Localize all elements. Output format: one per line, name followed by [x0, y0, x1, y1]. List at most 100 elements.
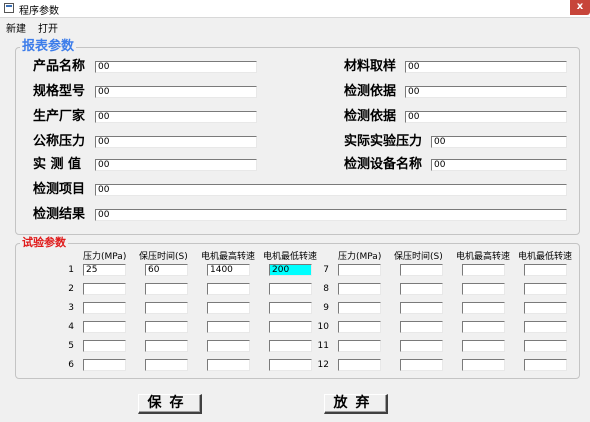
param-cell-hold-time[interactable]: [400, 321, 443, 333]
param-cell-hold-time[interactable]: [400, 264, 443, 276]
row-number: 5: [68, 341, 74, 351]
column-header-motor-max-speed-right: 电机最高转速: [456, 252, 511, 262]
param-cell-motor-min-speed[interactable]: [524, 264, 567, 276]
param-cell-pressure[interactable]: 25: [83, 264, 126, 276]
actual-test-pressure-label: 实际实验压力: [344, 134, 423, 149]
param-cell-motor-max-speed[interactable]: [462, 264, 505, 276]
test-basis-1-field[interactable]: 00: [405, 86, 567, 98]
param-cell-motor-min-speed[interactable]: [269, 340, 312, 352]
param-cell-motor-max-speed[interactable]: [462, 302, 505, 314]
param-cell-pressure[interactable]: [338, 283, 381, 295]
discard-button[interactable]: 放弃: [324, 394, 388, 414]
param-cell-motor-min-speed[interactable]: [524, 283, 567, 295]
param-cell-hold-time[interactable]: [145, 283, 188, 295]
column-header-pressure-right: 压力(MPa): [338, 252, 382, 262]
window-title: 程序参数: [19, 6, 59, 17]
menu-new[interactable]: 新建: [6, 20, 26, 35]
param-cell-pressure[interactable]: [338, 302, 381, 314]
column-header-hold-time-right: 保压时间(S): [394, 252, 443, 262]
test-result-label: 检测结果: [33, 207, 86, 222]
nominal-pressure-label: 公称压力: [33, 134, 86, 149]
param-cell-motor-min-speed[interactable]: 200: [269, 264, 312, 276]
param-cell-motor-max-speed[interactable]: [462, 321, 505, 333]
test-basis-2-label: 检测依据: [344, 109, 397, 124]
param-cell-hold-time[interactable]: [145, 302, 188, 314]
row-number: 10: [317, 322, 329, 332]
param-cell-pressure[interactable]: [338, 359, 381, 371]
param-cell-pressure[interactable]: [83, 283, 126, 295]
param-cell-motor-min-speed[interactable]: [269, 283, 312, 295]
test-equipment-name-label: 检测设备名称: [344, 157, 423, 172]
material-sampling-field[interactable]: 00: [405, 61, 567, 73]
param-cell-pressure[interactable]: [83, 302, 126, 314]
product-name-field[interactable]: 00: [95, 61, 257, 73]
app-icon: [4, 3, 14, 13]
row-number: 9: [323, 303, 329, 313]
param-cell-motor-min-speed[interactable]: [524, 359, 567, 371]
row-number: 3: [68, 303, 74, 313]
param-cell-hold-time[interactable]: 60: [145, 264, 188, 276]
manufacturer-field[interactable]: 00: [95, 111, 257, 123]
test-item-label: 检测项目: [33, 182, 86, 197]
param-cell-motor-max-speed[interactable]: 1400: [207, 264, 250, 276]
row-number: 1: [68, 265, 74, 275]
row-number: 4: [68, 322, 74, 332]
material-sampling-label: 材料取样: [344, 59, 397, 74]
row-number: 7: [323, 265, 329, 275]
title-bar: 程序参数 x: [0, 0, 590, 18]
param-cell-motor-max-speed[interactable]: [462, 359, 505, 371]
test-result-field[interactable]: 00: [95, 209, 567, 221]
column-header-motor-max-speed-left: 电机最高转速: [201, 252, 256, 262]
close-button[interactable]: x: [570, 0, 590, 15]
param-cell-motor-max-speed[interactable]: [462, 283, 505, 295]
column-header-hold-time-left: 保压时间(S): [139, 252, 188, 262]
param-cell-motor-min-speed[interactable]: [524, 321, 567, 333]
param-cell-pressure[interactable]: [338, 340, 381, 352]
param-cell-hold-time[interactable]: [400, 359, 443, 371]
row-number: 2: [68, 284, 74, 294]
menu-open[interactable]: 打开: [38, 20, 58, 35]
param-cell-pressure[interactable]: [83, 321, 126, 333]
test-item-field[interactable]: 00: [95, 184, 567, 196]
column-header-motor-min-speed-right: 电机最低转速: [518, 252, 573, 262]
param-cell-pressure[interactable]: [338, 321, 381, 333]
spec-model-field[interactable]: 00: [95, 86, 257, 98]
nominal-pressure-field[interactable]: 00: [95, 136, 257, 148]
measured-value-field[interactable]: 00: [95, 159, 257, 171]
param-cell-pressure[interactable]: [83, 359, 126, 371]
param-cell-hold-time[interactable]: [400, 283, 443, 295]
test-basis-2-field[interactable]: 00: [405, 111, 567, 123]
param-cell-motor-max-speed[interactable]: [207, 321, 250, 333]
param-cell-pressure[interactable]: [338, 264, 381, 276]
param-cell-motor-min-speed[interactable]: [269, 359, 312, 371]
param-cell-hold-time[interactable]: [145, 359, 188, 371]
manufacturer-label: 生产厂家: [33, 109, 86, 124]
param-cell-motor-min-speed[interactable]: [524, 302, 567, 314]
menu-bar: 新建 打开: [0, 18, 590, 35]
param-cell-motor-max-speed[interactable]: [207, 302, 250, 314]
row-number: 12: [317, 360, 329, 370]
param-cell-hold-time[interactable]: [145, 321, 188, 333]
param-cell-motor-min-speed[interactable]: [269, 321, 312, 333]
param-cell-motor-max-speed[interactable]: [207, 283, 250, 295]
param-cell-hold-time[interactable]: [400, 302, 443, 314]
test-basis-1-label: 检测依据: [344, 84, 397, 99]
actual-test-pressure-field[interactable]: 00: [431, 136, 567, 148]
column-header-motor-min-speed-left: 电机最低转速: [263, 252, 318, 262]
param-cell-motor-min-speed[interactable]: [524, 340, 567, 352]
column-header-pressure-left: 压力(MPa): [83, 252, 127, 262]
param-cell-hold-time[interactable]: [145, 340, 188, 352]
spec-model-label: 规格型号: [33, 84, 86, 99]
param-cell-motor-max-speed[interactable]: [207, 340, 250, 352]
param-cell-motor-max-speed[interactable]: [462, 340, 505, 352]
param-cell-hold-time[interactable]: [400, 340, 443, 352]
param-cell-motor-min-speed[interactable]: [269, 302, 312, 314]
test-equipment-name-field[interactable]: 00: [431, 159, 567, 171]
save-button[interactable]: 保存: [138, 394, 202, 414]
product-name-label: 产品名称: [33, 59, 86, 74]
param-cell-motor-max-speed[interactable]: [207, 359, 250, 371]
row-number: 11: [317, 341, 329, 351]
report-params-legend: 报表参数: [20, 39, 77, 54]
param-cell-pressure[interactable]: [83, 340, 126, 352]
row-number: 6: [68, 360, 74, 370]
